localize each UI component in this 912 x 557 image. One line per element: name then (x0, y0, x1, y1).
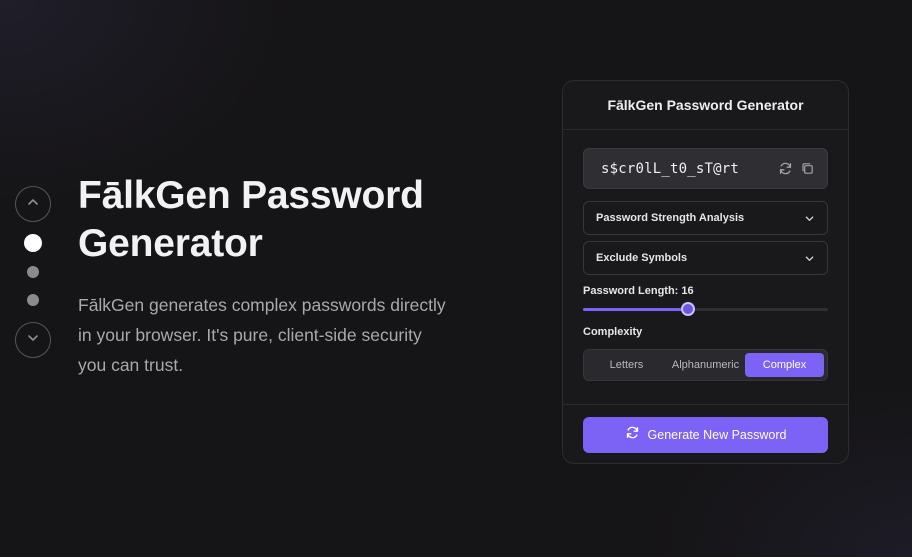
refresh-icon[interactable] (778, 161, 793, 176)
generate-password-button[interactable]: Generate New Password (583, 417, 828, 453)
card-header: FālkGen Password Generator (563, 81, 848, 130)
hero-title: FālkGen Password Generator (78, 174, 424, 265)
chevron-down-icon (804, 213, 815, 224)
slide-up-button[interactable] (15, 186, 51, 222)
generate-password-label: Generate New Password (647, 428, 787, 442)
slider-thumb[interactable] (681, 302, 696, 316)
password-text[interactable]: s$cr0lL_t0_sT@rt (601, 161, 771, 177)
chevron-up-icon (26, 195, 40, 214)
card-title: FālkGen Password Generator (607, 97, 804, 113)
slider-fill (583, 308, 689, 311)
exclude-symbols-label: Exclude Symbols (596, 252, 688, 264)
password-generator-card: FālkGen Password Generator s$cr0lL_t0_sT… (562, 80, 849, 464)
hero-description: FālkGen generates complex passwords dire… (78, 295, 446, 375)
strength-analysis-label: Password Strength Analysis (596, 212, 745, 224)
card-footer: Generate New Password (563, 404, 848, 453)
complexity-label: Complexity (583, 326, 643, 338)
complexity-option-letters[interactable]: Letters (587, 353, 666, 377)
exclude-symbols-accordion[interactable]: Exclude Symbols (583, 241, 828, 275)
slide-dot-3[interactable] (27, 294, 39, 306)
chevron-down-icon (804, 253, 815, 264)
hero-section: FālkGen Password Generator FālkGen gener… (78, 172, 478, 380)
complexity-option-complex[interactable]: Complex (745, 353, 824, 377)
refresh-icon (625, 425, 640, 445)
password-length-slider[interactable] (583, 302, 828, 316)
complexity-selector: Letters Alphanumeric Complex (583, 349, 828, 381)
copy-icon[interactable] (800, 161, 815, 176)
password-output[interactable]: s$cr0lL_t0_sT@rt (583, 148, 828, 189)
chevron-down-icon (26, 331, 40, 350)
slide-down-button[interactable] (15, 322, 51, 358)
card-body: s$cr0lL_t0_sT@rt Password Strength Analy… (563, 130, 848, 381)
complexity-option-alphanumeric[interactable]: Alphanumeric (666, 353, 745, 377)
slide-dot-2[interactable] (27, 266, 39, 278)
strength-analysis-accordion[interactable]: Password Strength Analysis (583, 201, 828, 235)
slide-dot-1[interactable] (24, 234, 42, 252)
password-length-label: Password Length: 16 (583, 285, 694, 297)
